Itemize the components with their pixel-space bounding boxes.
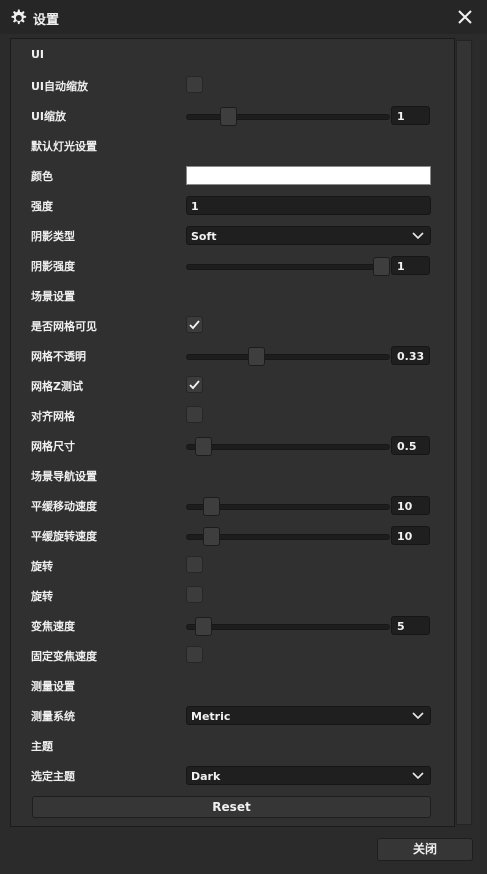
close-icon[interactable]: [457, 9, 473, 25]
rotate-speed-value[interactable]: 10: [391, 526, 430, 545]
measurement-system-dropdown[interactable]: Metric: [186, 706, 431, 725]
setting-grid-visible: 是否网格可见: [31, 316, 441, 336]
grid-opacity-slider-track[interactable]: [186, 354, 390, 360]
section-measurement: 测量设置: [31, 676, 441, 696]
section-navigation: 场景导航设置: [31, 466, 441, 486]
shadow-type-dropdown[interactable]: Soft: [186, 226, 431, 245]
chevron-down-icon: [412, 712, 424, 720]
ui-scale-slider-thumb[interactable]: [219, 107, 237, 126]
grid-size-slider-thumb[interactable]: [195, 437, 213, 456]
zoom-speed-value[interactable]: 5: [391, 616, 430, 635]
grid-opacity-value[interactable]: 0.33: [391, 346, 430, 365]
setting-label: 平缓旋转速度: [31, 530, 97, 543]
scrollbar-thumb[interactable]: [456, 40, 472, 825]
setting-label: 测量系统: [31, 710, 75, 723]
setting-shadow-type: 阴影类型 Soft: [31, 226, 441, 246]
setting-label: 阴影类型: [31, 230, 75, 243]
setting-label: 颜色: [31, 170, 53, 183]
setting-label: 固定变焦速度: [31, 650, 97, 663]
section-title: 主题: [31, 740, 53, 753]
setting-pan-speed: 平缓移动速度 10: [31, 496, 441, 516]
setting-fixed-zoom-speed: 固定变焦速度: [31, 646, 441, 666]
setting-label: 变焦速度: [31, 620, 75, 633]
shadow-strength-slider-track[interactable]: [186, 264, 390, 270]
setting-label: 强度: [31, 200, 53, 213]
setting-measurement-system: 测量系统 Metric: [31, 706, 441, 726]
zoom-speed-slider-track[interactable]: [186, 624, 390, 630]
setting-label: 旋转: [31, 560, 53, 573]
dropdown-value: Soft: [191, 230, 217, 243]
chevron-down-icon: [412, 232, 424, 240]
grid-visible-checkbox[interactable]: [186, 316, 203, 333]
setting-label: UI缩放: [31, 110, 67, 123]
setting-intensity: 强度 1: [31, 196, 441, 216]
grid-z-test-checkbox[interactable]: [186, 376, 203, 393]
setting-label: 选定主题: [31, 770, 75, 783]
chevron-down-icon: [412, 772, 424, 780]
dropdown-value: Metric: [191, 710, 231, 723]
close-button[interactable]: 关闭: [377, 838, 473, 861]
setting-label: 是否网格可见: [31, 320, 97, 333]
setting-snap-to-grid: 对齐网格: [31, 406, 441, 426]
checkmark-icon: [189, 320, 200, 330]
grid-size-slider-track[interactable]: [186, 444, 390, 450]
setting-rotate-1: 旋转: [31, 556, 441, 576]
light-color-swatch[interactable]: [186, 166, 431, 185]
setting-grid-z-test: 网格Z测试: [31, 376, 441, 396]
theme-dropdown[interactable]: Dark: [186, 766, 431, 785]
ui-scale-slider-track[interactable]: [186, 114, 390, 120]
pan-speed-value[interactable]: 10: [391, 496, 430, 515]
checkmark-icon: [189, 380, 200, 390]
zoom-speed-slider-thumb[interactable]: [195, 617, 213, 636]
ui-scale-value[interactable]: 1: [391, 106, 430, 125]
setting-ui-scale: UI缩放 1: [31, 106, 441, 126]
setting-selected-theme: 选定主题 Dark: [31, 766, 441, 786]
snap-to-grid-checkbox[interactable]: [186, 406, 203, 423]
ui-autoscale-checkbox[interactable]: [186, 76, 203, 93]
setting-grid-size: 网格尺寸 0.5: [31, 436, 441, 456]
section-lighting: 默认灯光设置: [31, 136, 441, 156]
section-title: 场景设置: [31, 290, 75, 303]
shadow-strength-slider-thumb[interactable]: [373, 257, 390, 276]
section-title: 测量设置: [31, 680, 75, 693]
setting-rotate-speed: 平缓旋转速度 10: [31, 526, 441, 546]
section-title: 场景导航设置: [31, 470, 97, 483]
setting-shadow-strength: 阴影强度 1: [31, 256, 441, 276]
rotate-speed-slider-thumb[interactable]: [202, 527, 220, 546]
setting-label: UI自动缩放: [31, 80, 89, 93]
reset-button[interactable]: Reset: [32, 796, 431, 818]
window-title: 设置: [33, 13, 60, 28]
gear-icon: [11, 9, 27, 25]
shadow-strength-value[interactable]: 1: [391, 256, 430, 275]
rotate-checkbox[interactable]: [186, 556, 203, 573]
section-ui: UI: [31, 46, 441, 66]
grid-size-value[interactable]: 0.5: [391, 436, 430, 455]
rotate-checkbox[interactable]: [186, 586, 203, 603]
section-title: UI: [31, 48, 45, 61]
setting-label: 网格尺寸: [31, 440, 75, 453]
setting-ui-autoscale: UI自动缩放: [31, 76, 441, 96]
setting-label: 阴影强度: [31, 260, 75, 273]
title-bar: 设置: [0, 0, 487, 34]
setting-color: 颜色: [31, 166, 441, 186]
setting-zoom-speed: 变焦速度 5: [31, 616, 441, 636]
intensity-input[interactable]: 1: [186, 196, 431, 215]
setting-label: 对齐网格: [31, 410, 75, 423]
section-title: 默认灯光设置: [31, 140, 97, 153]
fixed-zoom-speed-checkbox[interactable]: [186, 646, 203, 663]
setting-label: 平缓移动速度: [31, 500, 97, 513]
setting-rotate-2: 旋转: [31, 586, 441, 606]
setting-label: 网格不透明: [31, 350, 86, 363]
pan-speed-slider-thumb[interactable]: [202, 497, 220, 516]
dropdown-value: Dark: [191, 770, 221, 783]
setting-label: 网格Z测试: [31, 380, 83, 393]
setting-label: 旋转: [31, 590, 53, 603]
section-theme: 主题: [31, 736, 441, 756]
setting-grid-opacity: 网格不透明 0.33: [31, 346, 441, 366]
section-scene: 场景设置: [31, 286, 441, 306]
grid-opacity-slider-thumb[interactable]: [247, 347, 265, 366]
